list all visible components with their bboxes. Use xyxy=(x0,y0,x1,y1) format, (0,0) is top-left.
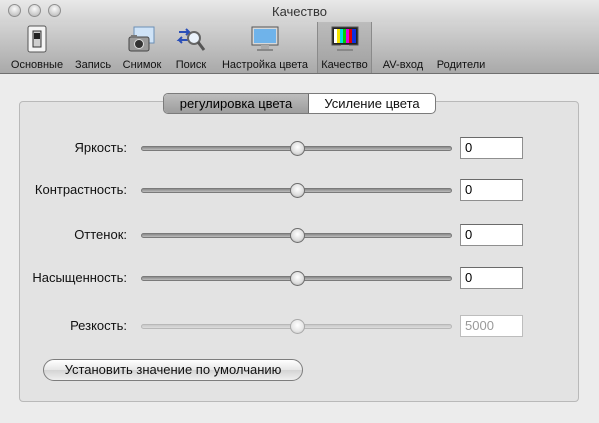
slider-knob[interactable] xyxy=(289,228,305,243)
toolbar-label: Поиск xyxy=(175,59,207,71)
search-icon xyxy=(175,24,207,54)
toolbar-item-snapshot[interactable]: Снимок xyxy=(120,22,164,73)
value-field: 5000 xyxy=(460,315,523,337)
tab-color-adjustment[interactable]: регулировка цвета xyxy=(164,94,309,113)
slider-label: Резкость: xyxy=(70,318,127,333)
toolbar-label: Родители xyxy=(436,59,486,71)
slider-label: Яркость: xyxy=(74,140,127,155)
switch-icon xyxy=(21,24,53,54)
toolbar-label: Качество xyxy=(321,59,368,71)
toolbar-item-search[interactable]: Поиск xyxy=(170,22,212,73)
toolbar-item-color-settings[interactable]: Настройка цвета xyxy=(220,22,310,73)
toolbar-item-general[interactable]: Основные xyxy=(8,22,66,73)
toolbar-item-av-input[interactable]: AV-вход xyxy=(378,22,428,73)
toolbar-label: Настройка цвета xyxy=(221,59,308,71)
toolbar-label: Снимок xyxy=(122,59,162,71)
toolbar-item-quality[interactable]: Качество xyxy=(317,22,372,73)
slider-label: Оттенок: xyxy=(74,227,127,242)
reset-defaults-button[interactable]: Установить значение по умолчанию xyxy=(43,359,303,381)
value-field[interactable]: 0 xyxy=(460,179,523,201)
slider-knob[interactable] xyxy=(289,141,305,156)
slider-knob[interactable] xyxy=(289,271,305,286)
slider-label: Контрастность: xyxy=(34,182,127,197)
value-field[interactable]: 0 xyxy=(460,267,523,289)
slider-knob xyxy=(289,319,305,334)
toolbar-label: Основные xyxy=(10,59,64,71)
value-field[interactable]: 0 xyxy=(460,224,523,246)
camera-icon xyxy=(126,24,158,54)
toolbar: Основные Запись Снимок Поиск Настройка ц… xyxy=(0,22,599,74)
slider-label: Насыщенность: xyxy=(32,270,127,285)
tab-color-boost[interactable]: Усиление цвета xyxy=(309,94,435,113)
toolbar-item-record[interactable]: Запись xyxy=(70,22,116,73)
toolbar-item-parental[interactable]: Родители xyxy=(432,22,490,73)
window-title: Качество xyxy=(272,4,327,19)
title-bar: Качество xyxy=(0,0,599,22)
value-field[interactable]: 0 xyxy=(460,137,523,159)
color-bars-icon xyxy=(329,24,361,54)
monitor-icon xyxy=(249,24,281,54)
segmented-tabs: регулировка цвета Усиление цвета xyxy=(163,93,436,114)
toolbar-label: AV-вход xyxy=(382,59,424,71)
slider-knob[interactable] xyxy=(289,183,305,198)
preferences-window: Качество Основные Запись Снимок Поиск На… xyxy=(0,0,599,423)
